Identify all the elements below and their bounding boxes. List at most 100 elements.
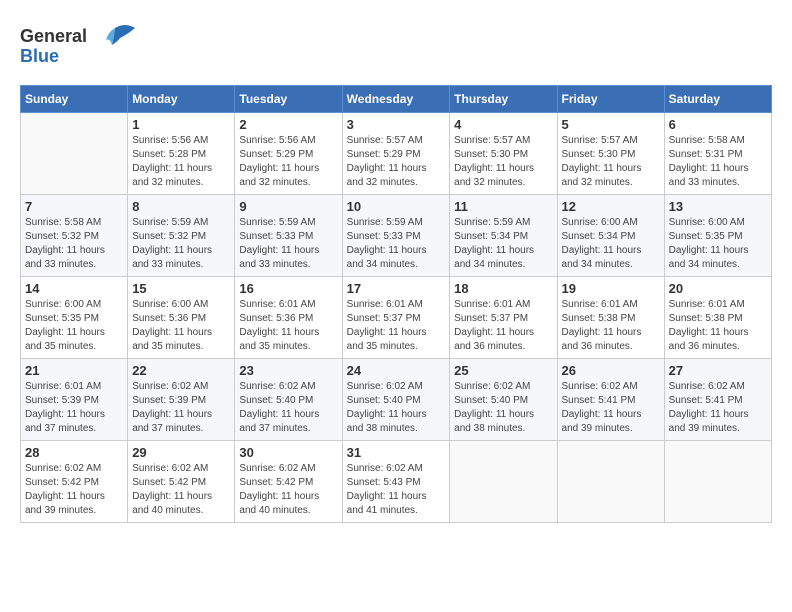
day-info: Sunrise: 6:00 AM Sunset: 5:34 PM Dayligh… <box>562 216 660 272</box>
day-number: 11 <box>454 199 552 214</box>
calendar-week-5: 28 Sunrise: 6:02 AM Sunset: 5:42 PM Dayli… <box>21 441 772 523</box>
day-number: 17 <box>347 281 446 296</box>
day-number: 3 <box>347 117 446 132</box>
calendar-cell: 17 Sunrise: 6:01 AM Sunset: 5:37 PM Dayli… <box>342 277 450 359</box>
day-header-friday: Friday <box>557 86 664 113</box>
calendar-cell: 5 Sunrise: 5:57 AM Sunset: 5:30 PM Daylig… <box>557 113 664 195</box>
day-number: 28 <box>25 445 123 460</box>
day-number: 22 <box>132 363 230 378</box>
calendar-cell: 3 Sunrise: 5:57 AM Sunset: 5:29 PM Daylig… <box>342 113 450 195</box>
calendar-cell: 14 Sunrise: 6:00 AM Sunset: 5:35 PM Dayli… <box>21 277 128 359</box>
day-number: 18 <box>454 281 552 296</box>
page-header: General Blue <box>20 20 772 75</box>
day-number: 1 <box>132 117 230 132</box>
calendar-cell: 20Sunrise: 6:01 AM Sunset: 5:38 PM Dayli… <box>664 277 771 359</box>
day-info: Sunrise: 5:58 AM Sunset: 5:32 PM Dayligh… <box>25 216 123 272</box>
day-number: 21 <box>25 363 123 378</box>
calendar-cell: 13Sunrise: 6:00 AM Sunset: 5:35 PM Dayli… <box>664 195 771 277</box>
calendar-cell: 11 Sunrise: 5:59 AM Sunset: 5:34 PM Dayli… <box>450 195 557 277</box>
day-info: Sunrise: 6:02 AM Sunset: 5:39 PM Dayligh… <box>132 380 230 436</box>
calendar-cell: 30Sunrise: 6:02 AM Sunset: 5:42 PM Dayli… <box>235 441 342 523</box>
day-info: Sunrise: 6:01 AM Sunset: 5:37 PM Dayligh… <box>454 298 552 354</box>
calendar-week-1: 1 Sunrise: 5:56 AM Sunset: 5:28 PM Daylig… <box>21 113 772 195</box>
calendar-cell: 9 Sunrise: 5:59 AM Sunset: 5:33 PM Daylig… <box>235 195 342 277</box>
day-number: 27 <box>669 363 767 378</box>
calendar-cell: 1 Sunrise: 5:56 AM Sunset: 5:28 PM Daylig… <box>128 113 235 195</box>
day-number: 26 <box>562 363 660 378</box>
day-number: 20 <box>669 281 767 296</box>
calendar-header: SundayMondayTuesdayWednesdayThursdayFrid… <box>21 86 772 113</box>
calendar-cell: 31 Sunrise: 6:02 AM Sunset: 5:43 PM Dayli… <box>342 441 450 523</box>
calendar-body: 1 Sunrise: 5:56 AM Sunset: 5:28 PM Daylig… <box>21 113 772 523</box>
day-number: 24 <box>347 363 446 378</box>
day-number: 29 <box>132 445 230 460</box>
calendar-cell: 18 Sunrise: 6:01 AM Sunset: 5:37 PM Dayli… <box>450 277 557 359</box>
calendar-cell: 29 Sunrise: 6:02 AM Sunset: 5:42 PM Dayli… <box>128 441 235 523</box>
calendar-cell: 28 Sunrise: 6:02 AM Sunset: 5:42 PM Dayli… <box>21 441 128 523</box>
day-number: 31 <box>347 445 446 460</box>
calendar-cell: 24 Sunrise: 6:02 AM Sunset: 5:40 PM Dayli… <box>342 359 450 441</box>
day-info: Sunrise: 6:01 AM Sunset: 5:39 PM Dayligh… <box>25 380 123 436</box>
calendar-cell: 23Sunrise: 6:02 AM Sunset: 5:40 PM Dayli… <box>235 359 342 441</box>
calendar-cell: 8Sunrise: 5:59 AM Sunset: 5:32 PM Daylig… <box>128 195 235 277</box>
day-info: Sunrise: 6:00 AM Sunset: 5:35 PM Dayligh… <box>669 216 767 272</box>
calendar-cell <box>557 441 664 523</box>
day-info: Sunrise: 6:02 AM Sunset: 5:40 PM Dayligh… <box>347 380 446 436</box>
day-info: Sunrise: 5:59 AM Sunset: 5:32 PM Dayligh… <box>132 216 230 272</box>
day-info: Sunrise: 5:59 AM Sunset: 5:33 PM Dayligh… <box>347 216 446 272</box>
day-info: Sunrise: 6:01 AM Sunset: 5:36 PM Dayligh… <box>239 298 337 354</box>
calendar-week-3: 14 Sunrise: 6:00 AM Sunset: 5:35 PM Dayli… <box>21 277 772 359</box>
calendar-cell: 4Sunrise: 5:57 AM Sunset: 5:30 PM Daylig… <box>450 113 557 195</box>
day-number: 7 <box>25 199 123 214</box>
calendar-cell: 2 Sunrise: 5:56 AM Sunset: 5:29 PM Daylig… <box>235 113 342 195</box>
day-info: Sunrise: 6:01 AM Sunset: 5:38 PM Dayligh… <box>562 298 660 354</box>
day-number: 16 <box>239 281 337 296</box>
day-number: 25 <box>454 363 552 378</box>
calendar-cell: 21 Sunrise: 6:01 AM Sunset: 5:39 PM Dayli… <box>21 359 128 441</box>
day-info: Sunrise: 6:02 AM Sunset: 5:42 PM Dayligh… <box>132 462 230 518</box>
calendar-cell: 16 Sunrise: 6:01 AM Sunset: 5:36 PM Dayli… <box>235 277 342 359</box>
calendar-cell: 22 Sunrise: 6:02 AM Sunset: 5:39 PM Dayli… <box>128 359 235 441</box>
day-info: Sunrise: 6:02 AM Sunset: 5:42 PM Dayligh… <box>25 462 123 518</box>
day-info: Sunrise: 6:02 AM Sunset: 5:43 PM Dayligh… <box>347 462 446 518</box>
day-info: Sunrise: 6:01 AM Sunset: 5:37 PM Dayligh… <box>347 298 446 354</box>
calendar-cell <box>450 441 557 523</box>
day-header-tuesday: Tuesday <box>235 86 342 113</box>
calendar-cell: 25Sunrise: 6:02 AM Sunset: 5:40 PM Dayli… <box>450 359 557 441</box>
day-info: Sunrise: 6:00 AM Sunset: 5:35 PM Dayligh… <box>25 298 123 354</box>
calendar-cell: 12Sunrise: 6:00 AM Sunset: 5:34 PM Dayli… <box>557 195 664 277</box>
day-info: Sunrise: 5:57 AM Sunset: 5:29 PM Dayligh… <box>347 134 446 190</box>
day-info: Sunrise: 5:59 AM Sunset: 5:34 PM Dayligh… <box>454 216 552 272</box>
day-number: 19 <box>562 281 660 296</box>
day-info: Sunrise: 5:56 AM Sunset: 5:29 PM Dayligh… <box>239 134 337 190</box>
day-header-wednesday: Wednesday <box>342 86 450 113</box>
day-info: Sunrise: 6:02 AM Sunset: 5:41 PM Dayligh… <box>562 380 660 436</box>
day-info: Sunrise: 5:57 AM Sunset: 5:30 PM Dayligh… <box>562 134 660 190</box>
day-header-saturday: Saturday <box>664 86 771 113</box>
calendar-cell: 6Sunrise: 5:58 AM Sunset: 5:31 PM Daylig… <box>664 113 771 195</box>
day-number: 14 <box>25 281 123 296</box>
calendar-table: SundayMondayTuesdayWednesdayThursdayFrid… <box>20 85 772 523</box>
days-of-week-row: SundayMondayTuesdayWednesdayThursdayFrid… <box>21 86 772 113</box>
day-info: Sunrise: 5:56 AM Sunset: 5:28 PM Dayligh… <box>132 134 230 190</box>
calendar-cell: 19 Sunrise: 6:01 AM Sunset: 5:38 PM Dayli… <box>557 277 664 359</box>
calendar-cell <box>21 113 128 195</box>
calendar-cell: 26 Sunrise: 6:02 AM Sunset: 5:41 PM Dayli… <box>557 359 664 441</box>
logo-area: General Blue <box>20 20 140 75</box>
day-number: 2 <box>239 117 337 132</box>
svg-text:General: General <box>20 26 87 46</box>
calendar-cell: 15Sunrise: 6:00 AM Sunset: 5:36 PM Dayli… <box>128 277 235 359</box>
day-info: Sunrise: 5:57 AM Sunset: 5:30 PM Dayligh… <box>454 134 552 190</box>
calendar-cell: 7 Sunrise: 5:58 AM Sunset: 5:32 PM Daylig… <box>21 195 128 277</box>
calendar-cell: 27 Sunrise: 6:02 AM Sunset: 5:41 PM Dayli… <box>664 359 771 441</box>
calendar-cell: 10Sunrise: 5:59 AM Sunset: 5:33 PM Dayli… <box>342 195 450 277</box>
calendar-week-4: 21 Sunrise: 6:01 AM Sunset: 5:39 PM Dayli… <box>21 359 772 441</box>
day-info: Sunrise: 5:59 AM Sunset: 5:33 PM Dayligh… <box>239 216 337 272</box>
day-number: 9 <box>239 199 337 214</box>
day-number: 5 <box>562 117 660 132</box>
day-header-thursday: Thursday <box>450 86 557 113</box>
day-number: 23 <box>239 363 337 378</box>
calendar-cell <box>664 441 771 523</box>
logo: General Blue <box>20 20 140 75</box>
day-info: Sunrise: 6:02 AM Sunset: 5:41 PM Dayligh… <box>669 380 767 436</box>
